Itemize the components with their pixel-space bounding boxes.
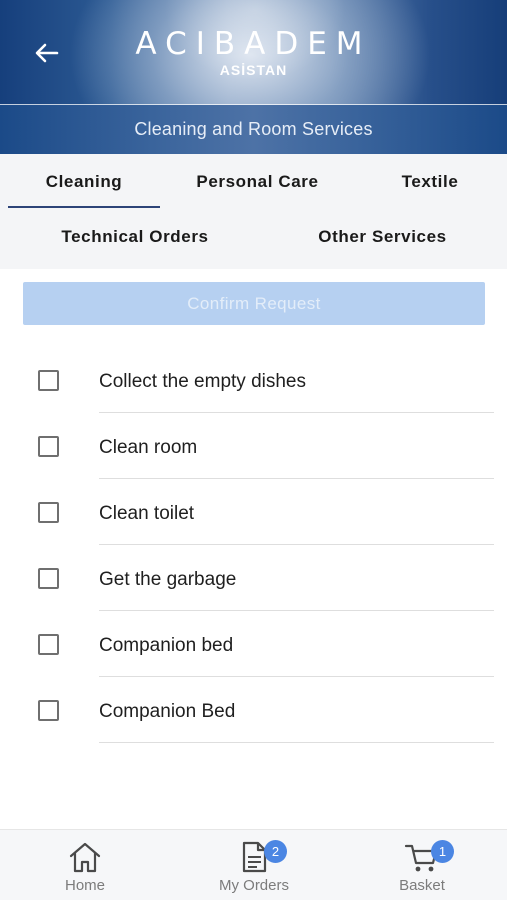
nav-basket[interactable]: 1 Basket (362, 830, 482, 900)
tab-personal-care[interactable]: Personal Care (175, 172, 340, 192)
nav-home[interactable]: Home (25, 830, 145, 900)
tab-cleaning[interactable]: Cleaning (8, 172, 160, 192)
tab-technical-orders[interactable]: Technical Orders (30, 227, 240, 247)
checkbox[interactable] (38, 700, 59, 721)
bottom-navigation: Home 2 My Orders 1 Basket (0, 829, 507, 900)
item-label: Get the garbage (99, 569, 237, 590)
page-title: Cleaning and Room Services (0, 105, 507, 154)
nav-my-orders-label: My Orders (218, 877, 289, 894)
item-label: Companion Bed (99, 701, 236, 722)
checkbox[interactable] (38, 370, 59, 391)
confirm-request-button[interactable]: Confirm Request (23, 282, 485, 325)
item-label: Collect the empty dishes (99, 371, 306, 392)
list-item[interactable]: Clean toilet (0, 479, 507, 545)
list-item[interactable]: Companion Bed (0, 677, 507, 743)
list-item[interactable]: Collect the empty dishes (0, 347, 507, 413)
orders-count-badge: 2 (264, 840, 287, 863)
nav-my-orders[interactable]: 2 My Orders (194, 830, 314, 900)
item-label: Clean room (99, 437, 198, 458)
list-item[interactable]: Clean room (0, 413, 507, 479)
divider (99, 742, 494, 743)
tab-textile[interactable]: Textile (360, 172, 500, 192)
brand-logo: ACIBADEM (135, 26, 372, 62)
active-tab-indicator (8, 206, 160, 208)
item-label: Clean toilet (99, 503, 195, 524)
item-label: Companion bed (99, 635, 234, 656)
checkbox[interactable] (38, 634, 59, 655)
app-header: ACIBADEM ASİSTAN Cleaning and Room Servi… (0, 0, 507, 154)
category-tabs: Cleaning Personal Care Textile Technical… (0, 154, 507, 269)
nav-home-label: Home (64, 877, 105, 894)
list-item[interactable]: Get the garbage (0, 545, 507, 611)
checkbox[interactable] (38, 568, 59, 589)
tab-other-services[interactable]: Other Services (290, 227, 475, 247)
basket-count-badge: 1 (431, 840, 454, 863)
brand-subtitle: ASİSTAN (219, 62, 288, 78)
home-icon (69, 842, 101, 873)
nav-basket-label: Basket (399, 877, 445, 894)
list-item[interactable]: Companion bed (0, 611, 507, 677)
checkbox[interactable] (38, 502, 59, 523)
checkbox[interactable] (38, 436, 59, 457)
service-list: Collect the empty dishes Clean room Clea… (0, 347, 507, 743)
